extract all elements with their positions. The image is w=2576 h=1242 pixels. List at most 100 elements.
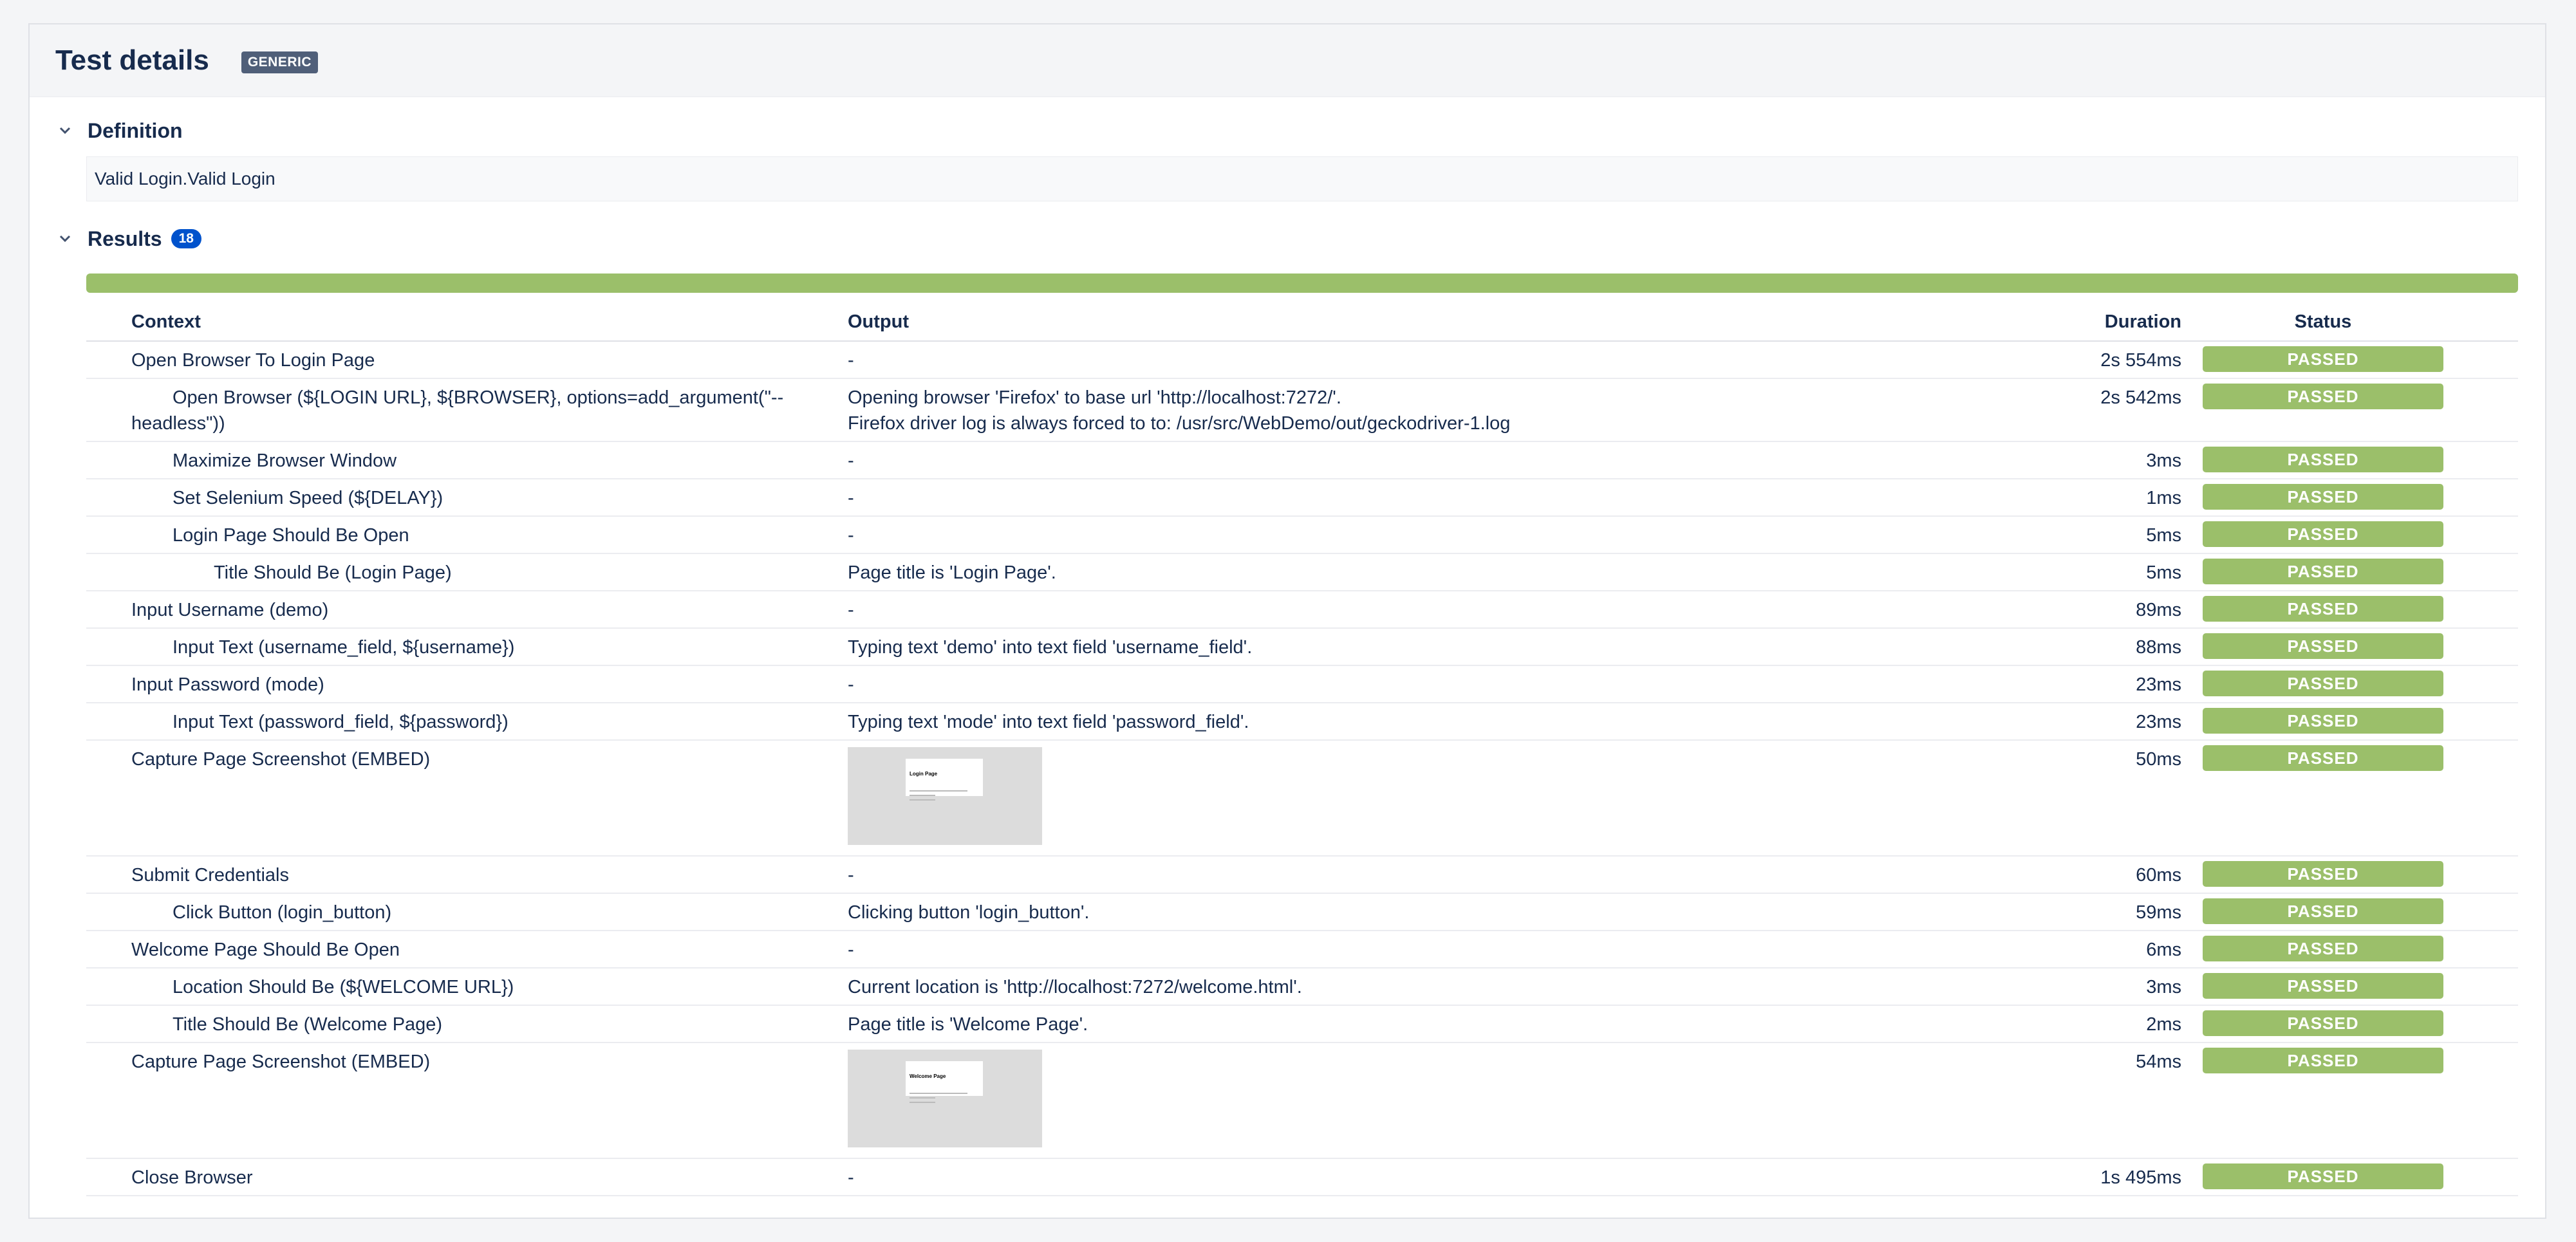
status-badge: PASSED <box>2203 559 2443 584</box>
status-badge: PASSED <box>2203 596 2443 622</box>
row-context: Click Button (login_button) <box>173 902 392 923</box>
row-duration: 1s 495ms <box>2100 1167 2181 1188</box>
row-duration: 6ms <box>2146 940 2181 960</box>
row-context: Capture Page Screenshot (EMBED) <box>131 749 431 770</box>
row-output: - <box>848 1167 854 1188</box>
results-title: Results <box>88 227 162 250</box>
status-badge: PASSED <box>2203 384 2443 409</box>
table-row: Input Text (username_field, ${username})… <box>86 629 2518 666</box>
row-duration: 2ms <box>2146 1014 2181 1035</box>
test-details-panel: Test details GENERIC Definition Valid Lo… <box>28 23 2546 1219</box>
row-context: Title Should Be (Login Page) <box>214 562 452 583</box>
row-context: Open Browser To Login Page <box>131 350 375 371</box>
row-duration: 3ms <box>2146 977 2181 997</box>
column-header-duration: Duration <box>2104 311 2181 332</box>
results-table-body: Open Browser To Login Page - 2s 554ms PASSE… <box>86 342 2518 1196</box>
row-output: Page title is 'Login Page'. <box>848 562 1056 583</box>
screenshot-thumbnail[interactable]: Login Page <box>848 747 1042 845</box>
screenshot-page-title: Welcome Page <box>910 1073 946 1079</box>
table-row: Login Page Should Be Open - 5ms PASSED <box>86 517 2518 554</box>
table-row: Open Browser To Login Page - 2s 554ms PASSE… <box>86 342 2518 379</box>
screenshot-text-line <box>910 790 967 792</box>
status-badge: PASSED <box>2203 1048 2443 1073</box>
row-context: Set Selenium Speed (${DELAY}) <box>173 488 443 508</box>
status-badge: PASSED <box>2203 671 2443 696</box>
row-duration: 89ms <box>2136 600 2181 620</box>
row-context: Input Text (password_field, ${password}) <box>173 712 509 732</box>
row-output-line-2: Firefox driver log is always forced to t… <box>848 413 1511 434</box>
table-row: Capture Page Screenshot (EMBED) Login Pag… <box>86 741 2518 857</box>
table-row: Input Text (password_field, ${password})… <box>86 703 2518 741</box>
row-context: Input Username (demo) <box>131 600 329 620</box>
table-row: Location Should Be (${WELCOME URL}) Curre… <box>86 969 2518 1006</box>
page-title: Test details <box>55 44 209 76</box>
row-context: Login Page Should Be Open <box>173 525 409 546</box>
row-duration: 23ms <box>2136 712 2181 732</box>
table-row: Maximize Browser Window - 3ms PASSED <box>86 442 2518 479</box>
row-output: - <box>848 674 854 695</box>
row-output: - <box>848 940 854 960</box>
screenshot-text-line <box>910 795 935 796</box>
row-output: - <box>848 600 854 620</box>
results-section-header[interactable]: Results 18 <box>30 221 2545 257</box>
test-type-badge: GENERIC <box>241 51 319 73</box>
screenshot-thumbnail[interactable]: Welcome Page <box>848 1050 1042 1147</box>
row-duration: 2s 554ms <box>2100 350 2181 371</box>
row-duration: 88ms <box>2136 637 2181 658</box>
table-row: Set Selenium Speed (${DELAY}) - 1ms PASSED <box>86 479 2518 517</box>
screenshot-text-line <box>910 1093 967 1094</box>
status-badge: PASSED <box>2203 1010 2443 1036</box>
status-badge: PASSED <box>2203 1163 2443 1189</box>
table-row: Click Button (login_button) Clicking butt… <box>86 894 2518 931</box>
status-badge: PASSED <box>2203 521 2443 547</box>
screenshot-page-title: Login Page <box>910 771 938 777</box>
row-output: Typing text 'mode' into text field 'pass… <box>848 712 1249 732</box>
results-table-header: Context Output Duration Status <box>86 293 2518 342</box>
row-context: Submit Credentials <box>131 865 289 885</box>
column-header-output: Output <box>848 311 910 332</box>
row-duration: 50ms <box>2136 749 2181 770</box>
row-context: Maximize Browser Window <box>173 450 397 471</box>
row-context: Input Text (username_field, ${username}) <box>173 637 515 658</box>
row-context: Title Should Be (Welcome Page) <box>173 1014 443 1035</box>
row-duration: 54ms <box>2136 1052 2181 1072</box>
table-row: Input Username (demo) - 89ms PASSED <box>86 591 2518 629</box>
table-row: Capture Page Screenshot (EMBED) Welcome P… <box>86 1043 2518 1159</box>
row-output: - <box>848 525 854 546</box>
chevron-down-icon[interactable] <box>55 229 75 248</box>
results-count-badge: 18 <box>171 229 201 248</box>
table-row: Title Should Be (Login Page) Page title i… <box>86 554 2518 591</box>
page-header: Test details GENERIC <box>30 24 2545 97</box>
screenshot-text-line <box>910 1102 935 1103</box>
status-badge: PASSED <box>2203 973 2443 999</box>
results-progress-bar <box>86 273 2518 293</box>
row-output: Opening browser 'Firefox' to base url 'h… <box>848 387 1341 408</box>
status-badge: PASSED <box>2203 447 2443 472</box>
row-output: Clicking button 'login_button'. <box>848 902 1090 923</box>
table-row: Welcome Page Should Be Open - 6ms PASSED <box>86 931 2518 969</box>
row-output: - <box>848 865 854 885</box>
row-output: Page title is 'Welcome Page'. <box>848 1014 1088 1035</box>
row-context: Welcome Page Should Be Open <box>131 940 400 960</box>
table-row: Title Should Be (Welcome Page) Page title… <box>86 1006 2518 1043</box>
definition-title: Definition <box>88 118 183 142</box>
row-duration: 5ms <box>2146 562 2181 583</box>
chevron-down-icon[interactable] <box>55 121 75 140</box>
row-output: - <box>848 488 854 508</box>
row-output: Current location is 'http://localhost:72… <box>848 977 1302 997</box>
row-duration: 2s 542ms <box>2100 387 2181 408</box>
row-context: Location Should Be (${WELCOME URL}) <box>173 977 514 997</box>
status-badge: PASSED <box>2203 484 2443 510</box>
definition-section-header[interactable]: Definition <box>30 113 2545 149</box>
status-badge: PASSED <box>2203 745 2443 771</box>
row-context: Input Password (mode) <box>131 674 324 695</box>
status-badge: PASSED <box>2203 346 2443 372</box>
table-row: Open Browser (${LOGIN URL}, ${BROWSER}, … <box>86 379 2518 442</box>
status-badge: PASSED <box>2203 633 2443 659</box>
status-badge: PASSED <box>2203 708 2443 734</box>
row-duration: 23ms <box>2136 674 2181 695</box>
results-table: Context Output Duration Status Open Brow… <box>86 293 2518 1196</box>
row-context: Close Browser <box>131 1167 253 1188</box>
table-row: Close Browser - 1s 495ms PASSED <box>86 1159 2518 1196</box>
row-duration: 59ms <box>2136 902 2181 923</box>
